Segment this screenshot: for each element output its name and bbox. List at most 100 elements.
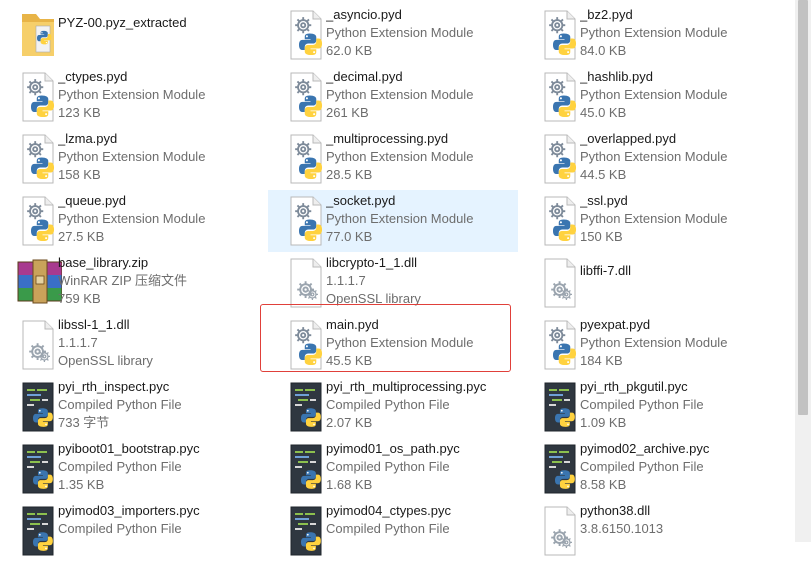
file-text: pyi_rth_multiprocessing.pyc Compiled Pyth… [326,378,516,432]
file-detail: 3.8.6150.1013 [580,521,664,536]
file-text: base_library.zip WinRAR ZIP 压缩文件 759 KB [58,254,248,308]
compiled-python-icon [14,504,62,558]
file-name: _ctypes.pyd [58,69,128,84]
file-text: pyi_rth_inspect.pyc Compiled Python File 7… [58,378,248,432]
file-detail: Python Extension Module [326,211,474,226]
file-item[interactable]: _multiprocessing.pyd Python Extension Mod… [268,128,518,190]
compiled-python-icon [14,442,62,496]
file-detail: 27.5 KB [58,229,105,244]
file-name: libssl-1_1.dll [58,317,130,332]
file-detail: 123 KB [58,105,101,120]
file-detail: Python Extension Module [58,87,206,102]
dll-settings-icon [536,504,584,558]
file-item[interactable]: _socket.pyd Python Extension Module 77.0 K… [268,190,518,252]
file-detail: 1.1.1.7 [326,273,366,288]
file-detail: 45.0 KB [580,105,627,120]
vertical-scrollbar[interactable] [795,0,811,542]
file-item[interactable]: pyi_rth_multiprocessing.pyc Compiled Pyth… [268,376,518,438]
compiled-python-icon [282,442,330,496]
file-detail: OpenSSL library [58,353,153,368]
file-name: pyexpat.pyd [580,317,651,332]
file-item[interactable]: pyimod02_archive.pyc Compiled Python File… [522,438,772,500]
file-item[interactable]: _asyncio.pyd Python Extension Module 62.0 … [268,4,518,66]
file-detail: Python Extension Module [580,149,728,164]
file-detail: Python Extension Module [580,87,728,102]
file-text: pyiboot01_bootstrap.pyc Compiled Python F… [58,440,248,494]
python-extension-icon [536,8,584,62]
scrollbar-thumb[interactable] [798,0,808,415]
file-name: libffi-7.dll [580,263,632,278]
python-extension-icon [282,194,330,248]
file-item[interactable]: PYZ-00.pyz_extracted [0,4,250,66]
file-text: _multiprocessing.pyd Python Extension Mod… [326,130,516,184]
file-item[interactable]: libssl-1_1.dll 1.1.1.7 OpenSSL library [0,314,250,376]
file-text: pyimod04_ctypes.pyc Compiled Python File [326,502,516,538]
file-text: _socket.pyd Python Extension Module 77.0 K… [326,192,516,246]
file-text: pyi_rth_pkgutil.pyc Compiled Python File 1… [580,378,770,432]
file-detail: 84.0 KB [580,43,627,58]
file-name: _decimal.pyd [326,69,403,84]
python-extension-icon [282,318,330,372]
compiled-python-icon [536,380,584,434]
file-item[interactable]: pyimod04_ctypes.pyc Compiled Python File [268,500,518,562]
file-text: main.pyd Python Extension Module 45.5 KB [326,316,516,370]
file-name: _asyncio.pyd [326,7,402,22]
file-name: _ssl.pyd [580,193,628,208]
file-name: python38.dll [580,503,651,518]
file-detail: Python Extension Module [580,25,728,40]
file-item[interactable]: pyimod03_importers.pyc Compiled Python Fi… [0,500,250,562]
file-name: pyimod04_ctypes.pyc [326,503,452,518]
file-item[interactable]: _ctypes.pyd Python Extension Module 123 KB [0,66,250,128]
file-detail: Compiled Python File [58,397,182,412]
file-item[interactable]: _lzma.pyd Python Extension Module 158 KB [0,128,250,190]
file-text: _asyncio.pyd Python Extension Module 62.0 … [326,6,516,60]
file-item[interactable]: pyi_rth_inspect.pyc Compiled Python File 7… [0,376,250,438]
file-item[interactable]: pyexpat.pyd Python Extension Module 184 KB [522,314,772,376]
file-detail: Python Extension Module [580,211,728,226]
file-name: pyi_rth_inspect.pyc [58,379,170,394]
compiled-python-icon [282,380,330,434]
dll-settings-icon [282,256,330,310]
python-extension-icon [282,132,330,186]
file-name: libcrypto-1_1.dll [326,255,418,270]
file-detail: Python Extension Module [326,87,474,102]
file-item[interactable]: _ssl.pyd Python Extension Module 150 KB [522,190,772,252]
file-detail: Compiled Python File [58,459,182,474]
python-extension-icon [536,132,584,186]
file-text: libssl-1_1.dll 1.1.1.7 OpenSSL library [58,316,248,370]
file-text: pyexpat.pyd Python Extension Module 184 KB [580,316,770,370]
file-item[interactable]: pyimod01_os_path.pyc Compiled Python File… [268,438,518,500]
file-item[interactable]: libffi-7.dll [522,252,772,314]
file-name: pyimod01_os_path.pyc [326,441,460,456]
file-item[interactable]: _bz2.pyd Python Extension Module 84.0 KB [522,4,772,66]
file-item[interactable]: python38.dll 3.8.6150.1013 [522,500,772,562]
file-detail: Compiled Python File [326,521,450,536]
file-item[interactable]: main.pyd Python Extension Module 45.5 KB [268,314,518,376]
python-extension-icon [14,70,62,124]
file-detail: Python Extension Module [326,149,474,164]
file-text: libcrypto-1_1.dll 1.1.1.7 OpenSSL library [326,254,516,308]
file-item[interactable]: _decimal.pyd Python Extension Module 261 K… [268,66,518,128]
file-detail: 62.0 KB [326,43,373,58]
file-detail: 44.5 KB [580,167,627,182]
file-name: main.pyd [326,317,379,332]
file-item[interactable]: libcrypto-1_1.dll 1.1.1.7 OpenSSL library [268,252,518,314]
file-text: python38.dll 3.8.6150.1013 [580,502,770,538]
file-text: _lzma.pyd Python Extension Module 158 KB [58,130,248,184]
file-item[interactable]: base_library.zip WinRAR ZIP 压缩文件 759 KB [0,252,250,314]
file-item[interactable]: _queue.pyd Python Extension Module 27.5 KB [0,190,250,252]
file-text: _ssl.pyd Python Extension Module 150 KB [580,192,770,246]
zip-folder-icon [14,8,62,62]
file-detail: Python Extension Module [326,25,474,40]
python-extension-icon [282,70,330,124]
file-item[interactable]: _hashlib.pyd Python Extension Module 45.0 … [522,66,772,128]
file-item[interactable]: pyiboot01_bootstrap.pyc Compiled Python F… [0,438,250,500]
file-text: pyimod01_os_path.pyc Compiled Python File… [326,440,516,494]
file-item[interactable]: _overlapped.pyd Python Extension Module 44… [522,128,772,190]
dll-settings-icon [536,256,584,310]
winrar-archive-icon [14,256,63,310]
file-detail: OpenSSL library [326,291,421,306]
file-detail: 1.1.1.7 [58,335,98,350]
file-name: _hashlib.pyd [580,69,653,84]
file-item[interactable]: pyi_rth_pkgutil.pyc Compiled Python File 1… [522,376,772,438]
